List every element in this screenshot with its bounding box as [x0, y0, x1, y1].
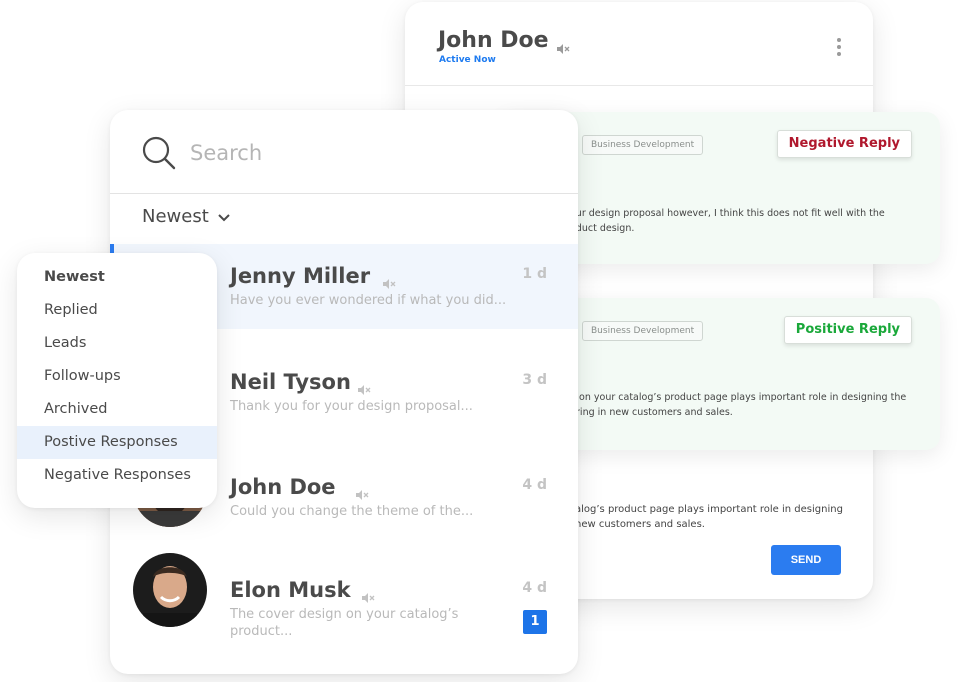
mute-icon: [383, 274, 396, 293]
search-bar: [110, 110, 578, 194]
unread-count-badge: 1: [523, 610, 547, 634]
chat-status: Active Now: [439, 55, 496, 65]
message-time: 4 d: [522, 477, 547, 493]
chat-contact-name: John Doe: [438, 28, 549, 53]
filter-option-newest[interactable]: Newest: [17, 261, 217, 294]
message-preview: Thank you for your design proposal...: [230, 399, 473, 414]
positive-reply-badge[interactable]: Positive Reply: [783, 316, 912, 344]
negative-reply-badge[interactable]: Negative Reply: [776, 130, 912, 158]
mute-icon[interactable]: [557, 39, 570, 58]
sort-dropdown[interactable]: Newest: [142, 206, 230, 227]
filter-option-negative-responses[interactable]: Negative Responses: [17, 459, 217, 492]
filter-option-positive-responses[interactable]: Postive Responses: [17, 426, 217, 459]
mute-icon: [358, 380, 371, 399]
reply-message: n on your catalog’s product page plays i…: [570, 392, 907, 418]
message-time: 3 d: [522, 372, 547, 388]
contact-name: Elon Musk: [230, 578, 351, 602]
message-preview: Have you ever wondered if what you did..…: [230, 293, 507, 308]
message-time: 1 d: [522, 266, 547, 282]
filter-option-follow-ups[interactable]: Follow-ups: [17, 360, 217, 393]
mute-icon: [362, 588, 375, 607]
contact-name: Neil Tyson: [230, 370, 351, 394]
message-preview: Could you change the theme of the...: [230, 504, 474, 519]
category-tag[interactable]: Business Development: [582, 135, 704, 155]
filter-option-archived[interactable]: Archived: [17, 393, 217, 426]
filter-option-leads[interactable]: Leads: [17, 327, 217, 360]
contact-name: Jenny Miller: [230, 264, 371, 288]
more-options-icon[interactable]: [837, 38, 843, 56]
mute-icon: [356, 485, 369, 504]
category-tag[interactable]: Business Development: [582, 321, 704, 341]
reply-message: our design proposal however, I think thi…: [570, 208, 885, 234]
contact-name: John Doe: [230, 475, 336, 499]
search-icon[interactable]: [142, 136, 176, 174]
conversation-item-elon-musk[interactable]: Elon Musk The cover design on your catal…: [110, 553, 578, 658]
compose-text[interactable]: alog’s product page plays important role…: [575, 502, 865, 532]
sort-label: Newest: [142, 206, 209, 227]
avatar: [133, 553, 207, 627]
send-button[interactable]: SEND: [771, 545, 841, 575]
filter-option-replied[interactable]: Replied: [17, 294, 217, 327]
message-preview: The cover design on your catalog’s produ…: [230, 607, 459, 639]
filter-dropdown-menu: Newest Replied Leads Follow-ups Archived…: [17, 253, 217, 508]
chevron-down-icon: [218, 206, 230, 227]
message-time: 4 d: [522, 580, 547, 596]
search-input[interactable]: [188, 136, 492, 170]
chat-header: John Doe Active Now: [405, 2, 873, 86]
